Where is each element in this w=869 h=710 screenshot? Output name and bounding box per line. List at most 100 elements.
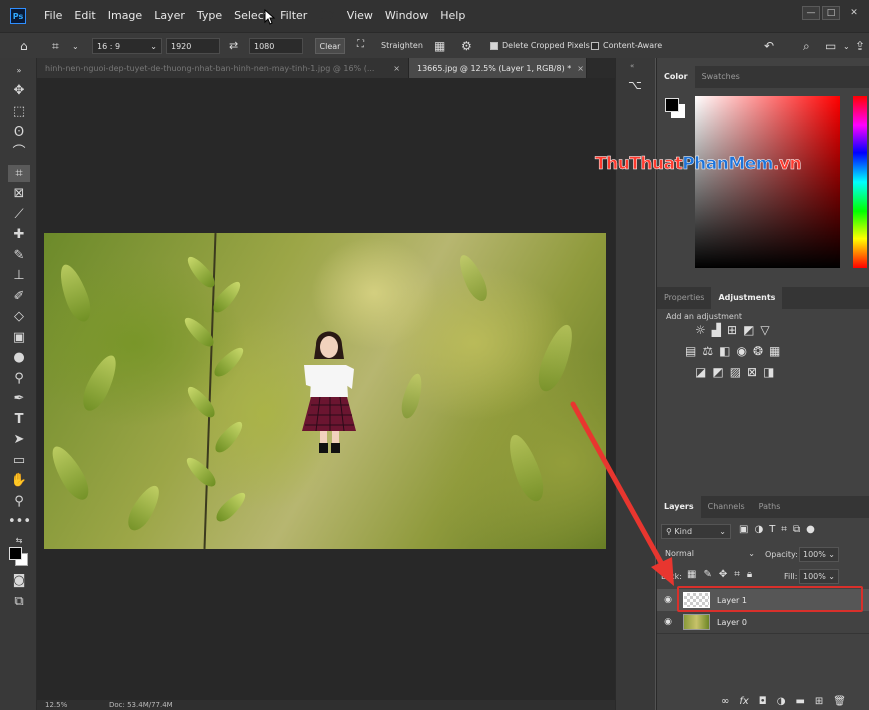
crop-tool-icon[interactable]: ⌗ [8, 165, 30, 182]
color-picker-field[interactable]: ThuThuatPhanMem.vn [595, 96, 840, 268]
tab-color[interactable]: Color [657, 66, 695, 88]
vibrance-icon[interactable]: ▽ [760, 323, 769, 337]
black-white-icon[interactable]: ◧ [719, 344, 730, 358]
hue-slider[interactable] [853, 96, 867, 268]
clone-stamp-tool-icon[interactable]: ⊥ [8, 267, 30, 284]
zoom-tool-icon[interactable]: ⚲ [8, 493, 30, 510]
straighten-button[interactable]: Straighten [381, 41, 423, 50]
invert-icon[interactable]: ◪ [695, 365, 706, 379]
close-tab-icon[interactable]: × [387, 64, 400, 73]
path-selection-tool-icon[interactable]: ➤ [8, 431, 30, 448]
pen-tool-icon[interactable]: ✒ [8, 390, 30, 407]
add-mask-icon[interactable]: ◘ [759, 696, 767, 707]
quick-mask-icon[interactable]: ◙ [8, 572, 30, 589]
toolbox-collapse-icon[interactable]: » [8, 62, 30, 79]
history-panel-icon[interactable]: ⌥ [628, 78, 642, 92]
share-icon[interactable]: ⇪ [855, 39, 865, 53]
type-filter-icon[interactable]: T [769, 524, 775, 535]
close-tab-icon[interactable]: × [571, 64, 584, 73]
canvas-area[interactable] [37, 78, 615, 700]
content-aware-checkbox[interactable]: Content-Aware [591, 41, 662, 50]
tab-adjustments[interactable]: Adjustments [711, 287, 783, 309]
menu-view[interactable]: View [341, 0, 379, 32]
gradient-tool-icon[interactable]: ▣ [8, 329, 30, 346]
posterize-icon[interactable]: ◩ [712, 365, 723, 379]
straighten-icon[interactable]: ⛶ [357, 39, 364, 50]
lock-position-icon[interactable]: ✥ [719, 569, 727, 580]
menu-file[interactable]: File [38, 0, 68, 32]
levels-icon[interactable]: ▟ [712, 323, 721, 337]
lock-artboard-icon[interactable]: ⌗ [734, 569, 740, 580]
eye-visibility-icon[interactable]: ◉ [659, 617, 677, 627]
zoom-level[interactable]: 12.5% [45, 701, 67, 709]
tab-channels[interactable]: Channels [701, 496, 752, 518]
color-lookup-icon[interactable]: ▦ [769, 344, 780, 358]
filter-toggle-icon[interactable]: ● [806, 524, 815, 535]
threshold-icon[interactable]: ▨ [730, 365, 741, 379]
brightness-contrast-icon[interactable]: ☼ [695, 323, 706, 337]
pixel-filter-icon[interactable]: ▣ [739, 524, 748, 535]
history-brush-tool-icon[interactable]: ✐ [8, 288, 30, 305]
menu-3d[interactable]: 3D [313, 0, 340, 32]
home-icon[interactable]: ⌂ [20, 39, 28, 53]
curves-icon[interactable]: ⊞ [727, 323, 737, 337]
tab-background-document[interactable]: hinh-nen-nguoi-dep-tuyet-de-thuong-nhat-… [37, 58, 409, 78]
filter-kind-select[interactable]: ⚲ Kind ⌄ [661, 524, 731, 539]
more-tools-icon[interactable]: ••• [8, 513, 31, 530]
lock-all-icon[interactable]: 🔒︎ [747, 569, 752, 580]
photo-filter-icon[interactable]: ◉ [736, 344, 746, 358]
chevron-down-icon[interactable]: ⌄ [72, 42, 79, 51]
foreground-color-chip[interactable] [665, 98, 679, 112]
lock-image-icon[interactable]: ✎ [703, 569, 711, 580]
rectangle-tool-icon[interactable]: ▭ [8, 452, 30, 469]
tab-layers[interactable]: Layers [657, 496, 701, 518]
new-layer-icon[interactable]: ⊞ [815, 696, 823, 707]
layer-name[interactable]: Layer 0 [717, 618, 747, 627]
reset-icon[interactable]: ↶ [764, 39, 774, 53]
close-button[interactable]: ✕ [845, 6, 863, 20]
lock-transparent-icon[interactable]: ▦ [687, 569, 696, 580]
new-adjustment-layer-icon[interactable]: ◑ [777, 696, 786, 707]
clear-button[interactable]: Clear [315, 38, 345, 54]
frame-tool-icon[interactable]: ⊠ [8, 185, 30, 202]
channel-mixer-icon[interactable]: ❂ [753, 344, 763, 358]
settings-gear-icon[interactable]: ⚙ [461, 39, 472, 53]
link-layers-icon[interactable]: ∞ [721, 696, 729, 707]
menu-window[interactable]: Window [379, 0, 434, 32]
menu-help[interactable]: Help [434, 0, 471, 32]
swap-dimensions-icon[interactable]: ⇄ [229, 39, 238, 52]
document-image[interactable] [44, 233, 606, 549]
brush-tool-icon[interactable]: ✎ [8, 247, 30, 264]
type-tool-icon[interactable]: T [8, 411, 30, 428]
layer-row-layer-0[interactable]: ◉ Layer 0 [657, 611, 869, 633]
color-balance-icon[interactable]: ⚖ [702, 344, 713, 358]
marquee-tool-icon[interactable]: ⬚ [8, 103, 30, 120]
layer-style-fx-icon[interactable]: fx [739, 696, 748, 707]
blur-tool-icon[interactable]: ● [8, 349, 30, 366]
hand-tool-icon[interactable]: ✋ [8, 472, 30, 489]
tab-active-document[interactable]: 13665.jpg @ 12.5% (Layer 1, RGB/8) * × [409, 58, 587, 78]
healing-brush-tool-icon[interactable]: ✚ [8, 226, 30, 243]
crop-height-input[interactable]: 1080 [249, 38, 303, 54]
eraser-tool-icon[interactable]: ◇ [8, 308, 30, 325]
menu-edit[interactable]: Edit [68, 0, 101, 32]
hue-saturation-icon[interactable]: ▤ [685, 344, 696, 358]
smart-object-filter-icon[interactable]: ⧉ [793, 524, 800, 535]
adjustment-filter-icon[interactable]: ◑ [754, 524, 763, 535]
shape-filter-icon[interactable]: ⌗ [781, 524, 787, 535]
crop-width-input[interactable]: 1920 [166, 38, 220, 54]
minimize-button[interactable]: — [802, 6, 820, 20]
screen-mode-icon[interactable]: ⧉ [8, 593, 30, 610]
menu-filter[interactable]: Filter [274, 0, 313, 32]
eyedropper-tool-icon[interactable]: ⟋ [8, 206, 30, 223]
workspace-chevron-icon[interactable]: ⌄ [843, 42, 850, 51]
new-group-icon[interactable]: ▬ [795, 696, 804, 707]
tab-properties[interactable]: Properties [657, 287, 711, 309]
delete-cropped-checkbox[interactable]: Delete Cropped Pixels [490, 41, 590, 50]
tab-paths[interactable]: Paths [752, 496, 788, 518]
opacity-input[interactable]: 100% ⌄ [799, 547, 839, 562]
ratio-select[interactable]: 16 : 9 ⌄ [92, 38, 162, 54]
crop-tool-preset-icon[interactable]: ⌗ [52, 39, 59, 54]
search-icon[interactable]: ⌕ [803, 39, 810, 54]
workspace-icon[interactable]: ▭ [825, 39, 836, 53]
